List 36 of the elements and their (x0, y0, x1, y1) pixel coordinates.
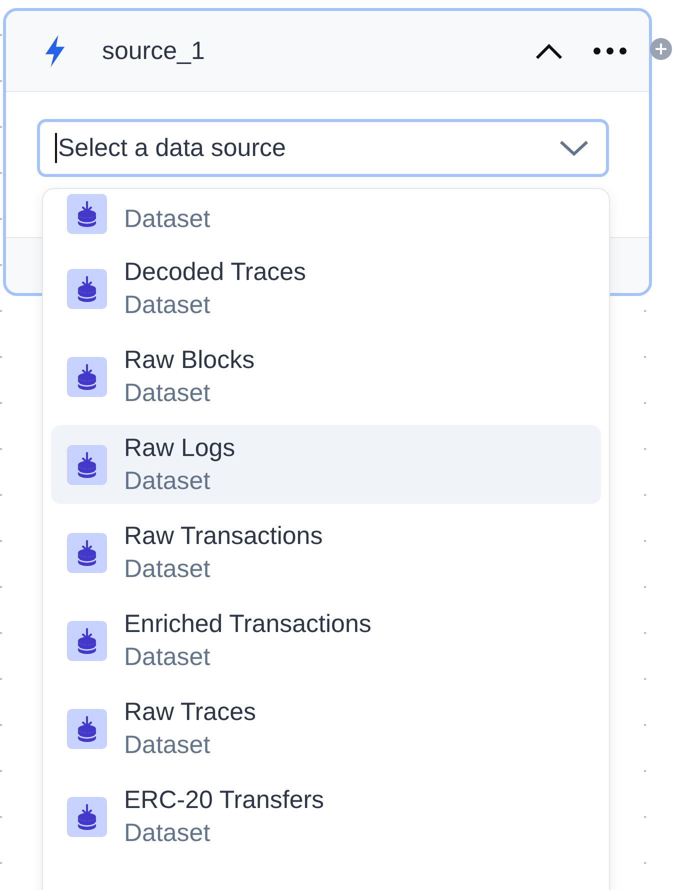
option-title: ERC-20 Transfers (124, 784, 324, 816)
option-type: Dataset (124, 290, 212, 320)
option-title: Enriched Transactions (124, 608, 372, 640)
option-type: Dataset (124, 378, 212, 408)
database-icon (67, 708, 107, 748)
option-type: Dataset (124, 730, 212, 760)
chevron-up-icon[interactable] (535, 42, 563, 60)
dropdown-option[interactable]: Dataset (51, 189, 601, 236)
node-title: source_1 (102, 36, 206, 66)
option-title: Decoded Traces (124, 256, 306, 288)
option-type: Dataset (124, 642, 212, 672)
database-icon (67, 194, 107, 234)
dropdown-option[interactable]: Decoded Traces Dataset (51, 249, 601, 328)
dropdown-option[interactable]: Raw Transactions Dataset (51, 513, 601, 592)
option-type: Dataset (124, 818, 212, 848)
database-icon (67, 532, 107, 572)
database-icon (67, 796, 107, 836)
option-title: Raw Traces (124, 696, 256, 728)
database-icon (67, 444, 107, 484)
option-title: Raw Blocks (124, 344, 255, 376)
data-source-select[interactable]: Select a data source (37, 119, 609, 177)
dropdown-option[interactable]: Raw Traces Dataset (51, 689, 601, 768)
option-type: Dataset (124, 204, 210, 235)
option-title: Raw Logs (124, 432, 236, 464)
dropdown-option[interactable]: ERC-20 Transfers Dataset (51, 777, 601, 856)
database-icon (67, 356, 107, 396)
database-icon (67, 268, 107, 308)
more-icon[interactable] (593, 47, 627, 55)
dropdown-option[interactable]: Raw Logs Dataset (51, 425, 601, 504)
option-type: Dataset (124, 554, 212, 584)
option-type: Dataset (124, 466, 212, 496)
dropdown-option[interactable]: Enriched Transactions Dataset (51, 601, 601, 680)
database-icon (67, 620, 107, 660)
option-title: Raw Transactions (124, 520, 323, 552)
dropdown-option[interactable]: Raw Blocks Dataset (51, 337, 601, 416)
chevron-down-icon (559, 139, 589, 157)
